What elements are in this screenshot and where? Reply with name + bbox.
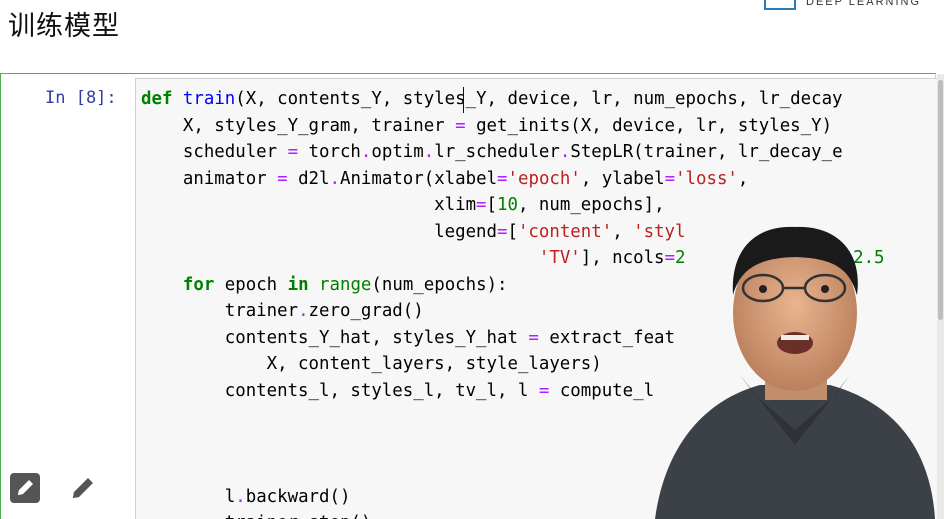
code-token: torch — [298, 142, 361, 162]
code-token: compute_l — [549, 380, 655, 401]
code-token: = — [496, 221, 508, 242]
code-token: X, styles_Y_gram, trainer — [141, 115, 456, 136]
code-token: 'epoch' — [507, 168, 581, 189]
code-token: 'loss' — [675, 168, 738, 189]
code-token: trainer — [141, 301, 299, 321]
code-line: contents_Y_hat, styles_Y_hat = extract_f… — [141, 328, 675, 348]
code-token: . — [298, 513, 308, 519]
logo-mark-icon — [764, 0, 796, 10]
code-token: l — [141, 486, 236, 507]
code-line: X, content_layers, style_layers) — [141, 354, 602, 374]
code-line: animator = d2l.Animator(xlabel='epoch', … — [141, 168, 749, 189]
code-token: d2l — [287, 168, 330, 189]
code-token: [ — [486, 195, 498, 215]
code-token: step() — [309, 513, 372, 519]
code-line: X, styles_Y_gram, trainer = get_inits(X,… — [141, 116, 832, 136]
code-token: contents_Y_hat, styles_Y_hat — [141, 327, 529, 348]
code-token: scheduler — [141, 142, 288, 162]
code-token: = — [287, 142, 299, 162]
code-token: zero_grad() — [308, 301, 424, 321]
code-line: trainer.step() — [141, 513, 372, 519]
code-token: 10 — [497, 195, 518, 215]
code-token: = — [476, 195, 487, 215]
code-token: in — [287, 274, 309, 295]
code-line: l.backward() — [141, 486, 351, 507]
code-line: legend=['content', 'styl — [141, 221, 685, 242]
code-token: contents_l, styles_l, tv_l, l — [141, 380, 539, 401]
cell-prompt: In [8]: — [45, 88, 117, 108]
code-token: = — [664, 168, 676, 189]
code-token: = — [538, 380, 550, 401]
code-token: = — [497, 168, 508, 189]
notebook-page: 训练模型 DEEP LEARNING In [8]: def train(X, … — [0, 0, 944, 519]
code-token: X, content_layers, style_layers) — [141, 354, 602, 374]
code-line: def train(X, contents_Y, styles_Y, devic… — [141, 89, 843, 109]
code-token: range — [319, 274, 372, 295]
code-token: , — [737, 168, 749, 189]
code-token: . — [329, 168, 340, 189]
code-token: for — [182, 274, 215, 295]
code-token: optim — [371, 142, 424, 162]
code-token: , — [612, 221, 634, 242]
code-token: . — [298, 301, 309, 321]
code-line: for epoch in range(num_epochs): — [141, 275, 508, 295]
code-token: = — [455, 115, 466, 136]
code-line: trainer.zero_grad() — [141, 301, 424, 321]
code-token: (X, contents_Y, styles_Y, device, lr, nu… — [235, 89, 843, 109]
text-cursor — [463, 87, 464, 113]
code-token: [ — [507, 221, 518, 242]
code-token: 'content' — [517, 221, 613, 242]
code-token: (num_epochs): — [371, 274, 508, 295]
code-token: StepLR(trainer, lr_decay_e — [570, 142, 843, 162]
code-token: lr_scheduler — [434, 142, 560, 162]
code-token: xlim — [141, 195, 477, 215]
code-line: scheduler = torch.optim.lr_scheduler.Ste… — [141, 142, 843, 162]
pencil-icon[interactable] — [10, 473, 40, 503]
section-title: 训练模型 — [8, 11, 120, 42]
code-token: = — [277, 168, 288, 189]
code-token: = — [528, 327, 539, 348]
presenter-video-overlay — [655, 226, 935, 519]
code-line: xlim=[10, num_epochs], — [141, 195, 665, 215]
code-token: . — [360, 142, 372, 162]
code-token: def — [141, 89, 173, 109]
pencil-icon-graphic — [73, 478, 93, 498]
code-token: trainer — [141, 513, 298, 519]
code-token: train — [182, 89, 236, 109]
code-token: , num_epochs], — [517, 195, 665, 215]
logo: DEEP LEARNING — [764, 0, 921, 10]
code-token: . — [235, 486, 246, 507]
code-token: , ylabel — [580, 168, 665, 189]
code-token: 'TV' — [538, 248, 581, 268]
code-token: epoch — [214, 274, 288, 295]
code-token: Animator(xlabel — [339, 168, 498, 189]
code-token: animator — [141, 168, 278, 189]
code-token: legend — [141, 221, 497, 242]
code-token: backward() — [245, 486, 351, 507]
logo-text: DEEP LEARNING — [806, 0, 922, 8]
code-token: . — [559, 142, 571, 162]
code-token: . — [423, 142, 435, 162]
code-token: get_inits(X, device, lr, styles_Y) — [465, 115, 833, 136]
pencil-icon-graphic — [18, 480, 33, 495]
pencil-icon[interactable] — [68, 473, 98, 503]
